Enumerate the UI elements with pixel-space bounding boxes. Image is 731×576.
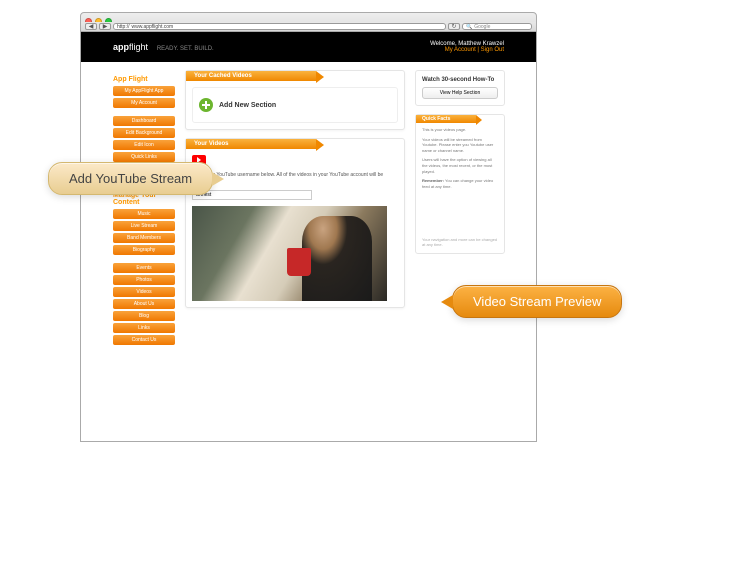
search-bar[interactable]: 🔍 Google xyxy=(462,23,532,30)
nav-photos[interactable]: Photos xyxy=(113,275,175,285)
nav-my-appflight-app[interactable]: My AppFlight App xyxy=(113,86,175,96)
nav-about-us[interactable]: About Us xyxy=(113,299,175,309)
nav-quick-links[interactable]: Quick Links xyxy=(113,152,175,162)
app-header: appflight READY. SET. BUILD. Welcome, Ma… xyxy=(81,32,536,62)
video-preview-thumbnail[interactable] xyxy=(192,206,387,301)
plus-icon xyxy=(199,98,213,112)
nav-dashboard[interactable]: Dashboard xyxy=(113,116,175,126)
youtube-username-input[interactable] xyxy=(192,190,312,200)
logo: appflight READY. SET. BUILD. xyxy=(113,42,214,53)
howto-card: Watch 30-second How-To View Help Section xyxy=(415,70,505,106)
howto-title: Watch 30-second How-To xyxy=(422,77,498,83)
cached-videos-title: Your Cached Videos xyxy=(186,71,316,81)
callout-video-stream-preview: Video Stream Preview xyxy=(452,285,622,318)
nav-edit-background[interactable]: Edit Background xyxy=(113,128,175,138)
add-section-label: Add New Section xyxy=(219,102,276,109)
quick-facts-card: Quick Facts This is your videos page. Yo… xyxy=(415,114,505,254)
nav-heading-appflight: App Flight xyxy=(113,76,175,83)
quick-fact-4: Remember: You can change your video feed… xyxy=(422,178,498,189)
footer-note: Your navigation and more can be changed … xyxy=(422,237,498,247)
sign-out-link[interactable]: Sign Out xyxy=(481,47,504,53)
nav-blog[interactable]: Blog xyxy=(113,311,175,321)
search-icon: 🔍 xyxy=(466,24,472,30)
forward-button[interactable]: ▶ xyxy=(99,23,111,30)
main-column: Your Cached Videos Add New Section Your … xyxy=(185,70,405,347)
cached-videos-card: Your Cached Videos Add New Section xyxy=(185,70,405,130)
your-videos-title: Your Videos xyxy=(186,139,316,149)
quick-fact-2: Your videos will be streamed from Youtub… xyxy=(422,137,498,154)
nav-contact-us[interactable]: Contact Us xyxy=(113,335,175,345)
nav-edit-icon[interactable]: Edit Icon xyxy=(113,140,175,150)
quick-fact-3: Users will have the option of viewing al… xyxy=(422,157,498,174)
my-account-link[interactable]: My Account xyxy=(445,47,476,53)
url-bar[interactable]: http:// www.appflight.com xyxy=(113,23,446,30)
url-prefix: http:// xyxy=(117,24,130,30)
nav-biography[interactable]: Biography xyxy=(113,245,175,255)
video-red-cup xyxy=(287,248,311,276)
add-new-section-button[interactable]: Add New Section xyxy=(192,87,398,123)
callout-add-youtube-stream: Add YouTube Stream xyxy=(48,162,213,195)
nav-videos[interactable]: Videos xyxy=(113,287,175,297)
app-window: appflight READY. SET. BUILD. Welcome, Ma… xyxy=(80,32,537,442)
nav-live-stream[interactable]: Live Stream xyxy=(113,221,175,231)
tagline: READY. SET. BUILD. xyxy=(157,46,214,52)
view-help-button[interactable]: View Help Section xyxy=(422,87,498,99)
your-videos-card: Your Videos Enter your YouTube username … xyxy=(185,138,405,308)
nav-my-account[interactable]: My Account xyxy=(113,98,175,108)
reload-button[interactable]: ↻ xyxy=(448,23,460,30)
nav-events[interactable]: Events xyxy=(113,263,175,273)
search-placeholder: Google xyxy=(474,24,490,30)
video-person xyxy=(302,216,372,301)
url-text: www.appflight.com xyxy=(132,24,174,30)
quick-facts-title: Quick Facts xyxy=(416,115,476,123)
nav-music[interactable]: Music xyxy=(113,209,175,219)
nav-band-members[interactable]: Band Members xyxy=(113,233,175,243)
quick-fact-1: This is your videos page. xyxy=(422,127,498,133)
back-button[interactable]: ◀ xyxy=(85,23,97,30)
welcome-block: Welcome, Matthew Krawzel My Account | Si… xyxy=(430,41,504,53)
nav-links[interactable]: Links xyxy=(113,323,175,333)
browser-toolbar: ◀ ▶ http:// www.appflight.com ↻ 🔍 Google xyxy=(80,22,537,32)
left-nav: App Flight My AppFlight App My Account D… xyxy=(113,70,175,347)
